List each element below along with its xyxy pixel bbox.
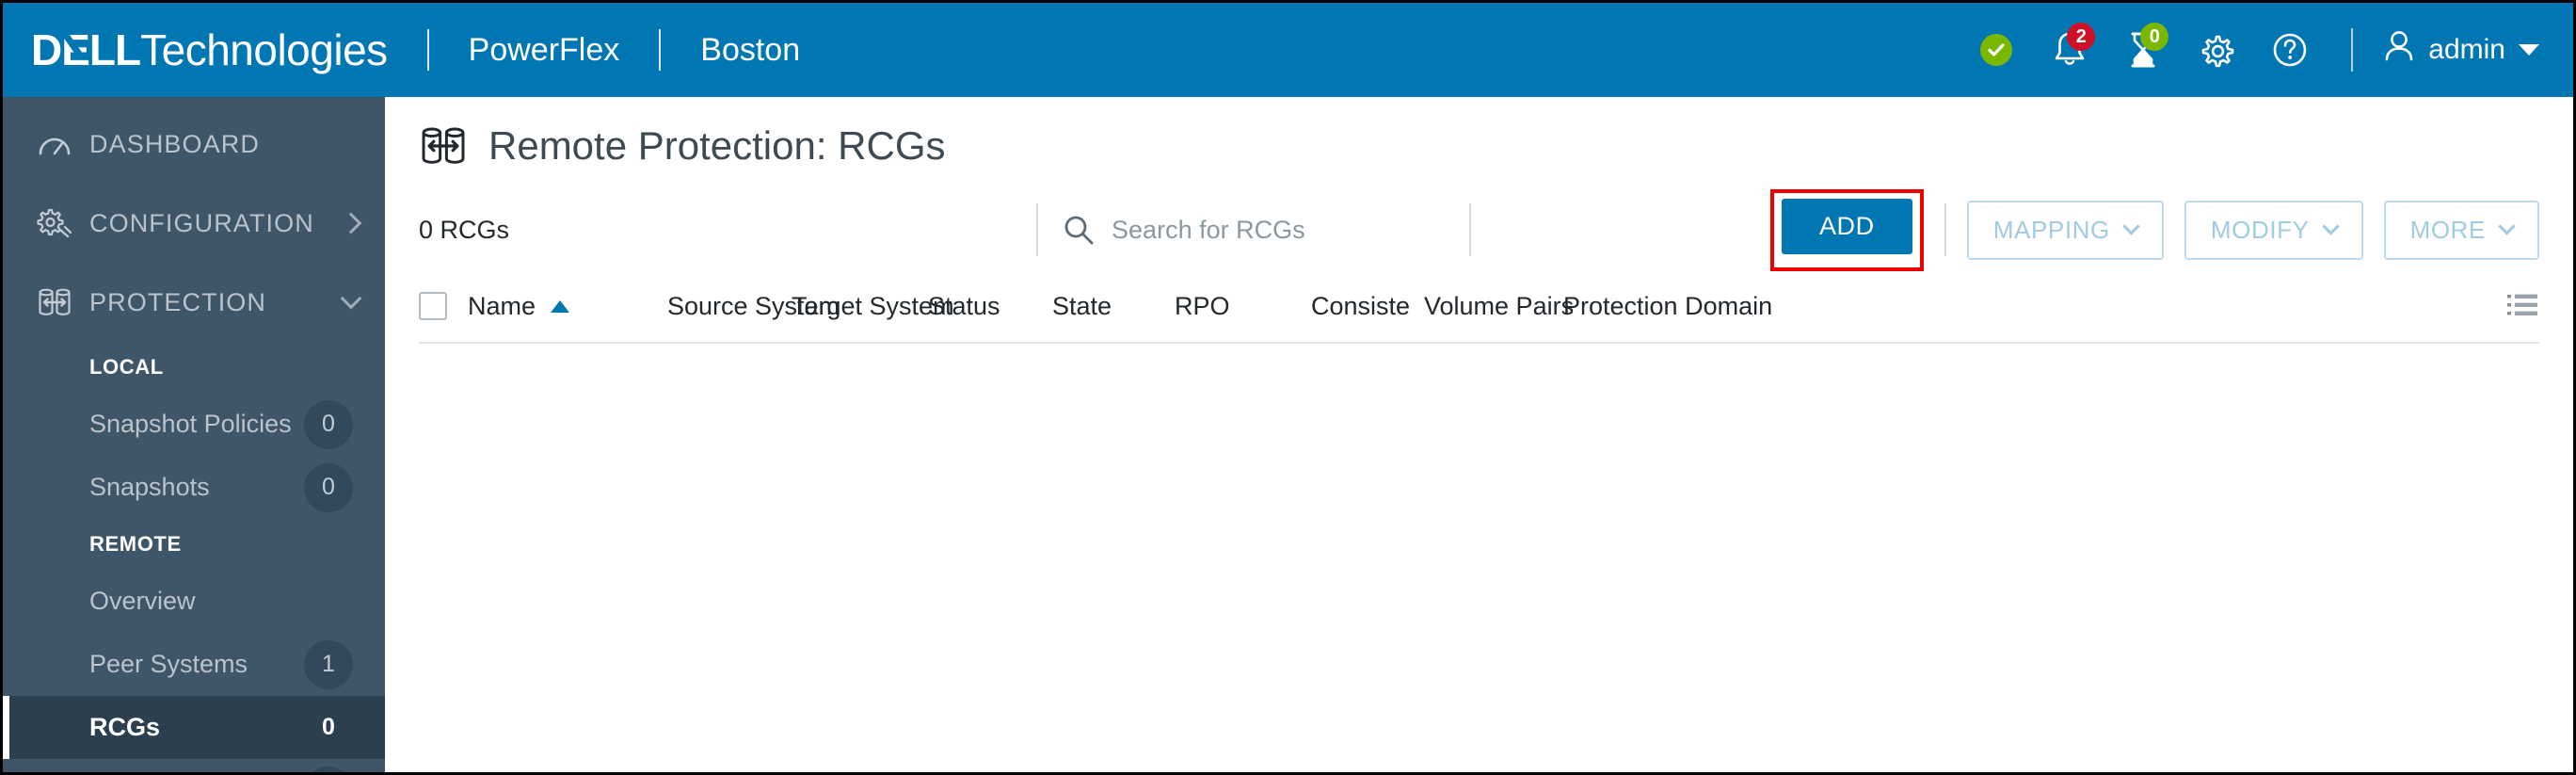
buttons-divider xyxy=(1944,203,1946,256)
sidebar-badge-rcgs: 0 xyxy=(322,714,335,740)
column-header-status[interactable]: Status xyxy=(928,292,1052,321)
rcg-count-label: 0 RCGs xyxy=(419,215,510,244)
select-all-checkbox[interactable] xyxy=(419,292,468,320)
gauge-icon xyxy=(37,130,89,158)
column-header-rpo[interactable]: RPO xyxy=(1175,292,1311,321)
sidebar-label-dashboard: DASHBOARD xyxy=(89,129,260,158)
left-sidebar-nav: DASHBOARD CONFIGURATION PROTECTION LOCAL… xyxy=(3,97,385,772)
table-header-row: Name Source System Target System Status … xyxy=(385,270,2573,342)
sidebar-label-protection: PROTECTION xyxy=(89,287,267,316)
replication-icon xyxy=(419,124,468,168)
user-avatar-icon xyxy=(2381,27,2417,73)
sidebar-badge-snapshot-policies: 0 xyxy=(304,399,353,449)
top-header-bar: D E LL Technologies PowerFlex Boston 2 0… xyxy=(3,3,2573,97)
checkbox-box xyxy=(419,292,447,320)
sidebar-label-snapshots: Snapshots xyxy=(89,473,210,501)
dell-wordmark: D E LL xyxy=(31,24,141,75)
chevron-down-icon xyxy=(340,287,362,310)
dell-letters-ll: LL xyxy=(88,25,141,74)
jobs-count-badge: 0 xyxy=(2140,23,2169,51)
column-header-source-system[interactable]: Source System xyxy=(667,292,840,321)
page-title: Remote Protection: RCGs xyxy=(488,123,946,168)
chevron-down-icon xyxy=(2321,218,2340,235)
system-name-boston[interactable]: Boston xyxy=(700,32,800,69)
toolbar-buttons: ADD MAPPING MODIFY MORE xyxy=(1769,188,2539,271)
more-button-label: MORE xyxy=(2409,215,2486,244)
page-title-row: Remote Protection: RCGs xyxy=(385,97,2573,189)
sidebar-badge-peer-systems: 1 xyxy=(304,639,353,689)
main-content-area: Remote Protection: RCGs 0 RCGs ADD xyxy=(385,97,2573,772)
technologies-wordmark: Technologies xyxy=(140,25,388,74)
sidebar-item-snapshot-policies[interactable]: Snapshot Policies 0 xyxy=(3,393,385,456)
bell-icon[interactable]: 2 xyxy=(2042,23,2097,77)
search-area xyxy=(1036,203,1472,256)
sidebar-item-protection[interactable]: PROTECTION xyxy=(3,263,385,342)
sidebar-item-sdrs[interactable]: SDRs 3 xyxy=(3,759,385,772)
sidebar-item-peer-systems[interactable]: Peer Systems 1 xyxy=(3,633,385,696)
table-toolbar: 0 RCGs ADD MAPPING xyxy=(385,188,2573,271)
gear-icon[interactable] xyxy=(2189,23,2244,77)
alerts-count-badge: 2 xyxy=(2067,23,2096,51)
column-header-name-label: Name xyxy=(468,291,536,320)
sidebar-badge-sdrs: 3 xyxy=(304,766,353,772)
column-header-protection-domain[interactable]: Protection Domain xyxy=(1563,292,1772,321)
sidebar-label-rcgs: RCGs xyxy=(89,713,161,741)
mapping-button-label: MAPPING xyxy=(1992,215,2110,244)
sidebar-label-peer-systems: Peer Systems xyxy=(89,650,248,678)
header-actions: 2 0 admin xyxy=(1960,3,2573,97)
dell-technologies-logo[interactable]: D E LL Technologies xyxy=(31,24,388,75)
column-settings-icon[interactable] xyxy=(2507,292,2539,320)
modify-button[interactable]: MODIFY xyxy=(2184,200,2363,260)
chevron-down-icon xyxy=(2519,44,2539,56)
application-window: D E LL Technologies PowerFlex Boston 2 0… xyxy=(0,0,2576,775)
sidebar-label-configuration: CONFIGURATION xyxy=(89,208,314,237)
column-header-consistency[interactable]: Consiste xyxy=(1311,292,1424,321)
sidebar-item-configuration[interactable]: CONFIGURATION xyxy=(3,184,385,263)
modify-button-label: MODIFY xyxy=(2210,215,2310,244)
chevron-down-icon xyxy=(2498,218,2516,235)
sidebar-item-dashboard[interactable]: DASHBOARD xyxy=(3,105,385,184)
column-header-name[interactable]: Name xyxy=(468,292,667,321)
sidebar-item-overview[interactable]: Overview xyxy=(3,570,385,633)
user-name-label: admin xyxy=(2428,34,2505,65)
table-body-empty xyxy=(385,344,2573,702)
mapping-button[interactable]: MAPPING xyxy=(1966,200,2164,260)
replication-icon xyxy=(37,286,89,318)
sidebar-label-overview: Overview xyxy=(89,587,196,615)
header-divider-3 xyxy=(2351,28,2354,72)
help-question-icon[interactable] xyxy=(2263,23,2317,77)
more-button[interactable]: MORE xyxy=(2383,200,2539,260)
sort-ascending-icon xyxy=(551,299,570,313)
user-menu[interactable]: admin xyxy=(2381,27,2539,73)
product-name-powerflex[interactable]: PowerFlex xyxy=(469,32,620,69)
column-header-target-system[interactable]: Target System xyxy=(792,292,954,321)
gear-wrench-icon xyxy=(37,207,89,239)
sidebar-badge-snapshots: 0 xyxy=(304,462,353,512)
sidebar-item-snapshots[interactable]: Snapshots 0 xyxy=(3,456,385,519)
header-divider-1 xyxy=(426,29,429,71)
header-divider-2 xyxy=(659,29,662,71)
brand-area: D E LL Technologies PowerFlex Boston xyxy=(3,3,800,97)
hourglass-icon[interactable]: 0 xyxy=(2116,23,2170,77)
dell-letter-d: D xyxy=(31,25,62,74)
sidebar-group-local: LOCAL xyxy=(89,355,164,379)
chevron-right-icon xyxy=(340,212,362,234)
dell-letter-e-slashed: E xyxy=(61,25,90,74)
health-check-icon[interactable] xyxy=(1969,23,2024,77)
search-divider-left xyxy=(1036,203,1039,256)
sidebar-group-remote: REMOTE xyxy=(89,532,182,556)
sidebar-label-snapshot-policies: Snapshot Policies xyxy=(89,410,292,438)
sidebar-item-rcgs[interactable]: RCGs 0 xyxy=(3,696,385,759)
add-button-highlight: ADD xyxy=(1769,188,1924,271)
column-header-volume-pairs[interactable]: Volume Pairs xyxy=(1424,292,1574,321)
column-header-state[interactable]: State xyxy=(1052,292,1175,321)
search-icon xyxy=(1063,214,1095,246)
chevron-down-icon xyxy=(2122,218,2140,235)
add-button[interactable]: ADD xyxy=(1781,198,1912,254)
search-input[interactable] xyxy=(1112,215,1470,245)
search-divider-right xyxy=(1469,203,1472,256)
